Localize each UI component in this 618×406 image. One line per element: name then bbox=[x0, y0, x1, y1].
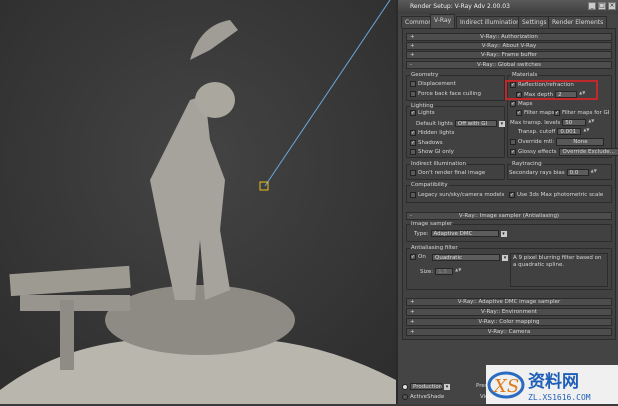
dropdown-arrow-icon[interactable]: ▾ bbox=[499, 121, 505, 127]
dropdown-arrow-icon[interactable]: ▾ bbox=[444, 384, 450, 390]
default-lights: Default lightsOff with GI▾ bbox=[416, 120, 505, 127]
aa-filter-description: A 9 pixel blurring filter based on a qua… bbox=[510, 253, 608, 287]
svg-text:资料网: 资料网 bbox=[528, 371, 579, 392]
svg-text:ZL.XS1616.COM: ZL.XS1616.COM bbox=[528, 393, 591, 402]
rollout-color-mapping[interactable]: +V-Ray:: Color mapping bbox=[406, 318, 612, 326]
tab-vray[interactable]: V-Ray bbox=[430, 14, 455, 28]
scene-render bbox=[0, 0, 396, 404]
spinner-icon[interactable]: ▲▼ bbox=[591, 169, 595, 176]
aa-filter-on-checkbox[interactable]: ✓On bbox=[410, 254, 426, 260]
rollout-image-sampler[interactable]: -V-Ray:: Image sampler (Antialiasing) bbox=[406, 212, 612, 220]
activeshade-radio[interactable]: ActiveShade bbox=[402, 394, 444, 400]
hidden-lights-checkbox[interactable]: ✓Hidden lights bbox=[410, 130, 454, 136]
spinner-icon[interactable]: ▲▼ bbox=[455, 268, 459, 275]
sampler-type-dropdown[interactable]: Adaptive DMC bbox=[431, 230, 499, 237]
spinner-icon[interactable]: ▲▼ bbox=[588, 119, 592, 126]
maximize-button[interactable]: □ bbox=[598, 2, 606, 10]
close-button[interactable]: × bbox=[608, 2, 616, 10]
dropdown-arrow-icon[interactable]: ▾ bbox=[501, 231, 507, 237]
reflection-refraction-checkbox[interactable]: ✓Reflection/refraction bbox=[510, 82, 574, 88]
max-depth-checkbox[interactable]: ✓Max depth2▲▼ bbox=[516, 91, 583, 98]
override-mtl-button[interactable]: None bbox=[556, 138, 604, 146]
rollout-frame-buffer[interactable]: +V-Ray:: Frame buffer bbox=[406, 51, 612, 59]
rollout-global-switches[interactable]: -V-Ray:: Global switches bbox=[406, 61, 612, 69]
lights-checkbox[interactable]: ✓Lights bbox=[410, 110, 435, 116]
dont-render-final-image-checkbox[interactable]: Don't render final image bbox=[410, 170, 485, 176]
aa-filter-size: Size:1.5▲▼ bbox=[420, 268, 459, 275]
shadows-checkbox[interactable]: ✓Shadows bbox=[410, 140, 443, 146]
rollout-environment[interactable]: +V-Ray:: Environment bbox=[406, 308, 612, 316]
rollout-adaptive-dmc[interactable]: +V-Ray:: Adaptive DMC image sampler bbox=[406, 298, 612, 306]
maps-checkbox[interactable]: ✓Maps bbox=[510, 101, 532, 107]
displacement-checkbox[interactable]: Displacement bbox=[410, 81, 456, 87]
max-transp-levels: Max transp. levels50▲▼ bbox=[510, 119, 592, 126]
legacy-sun-sky-checkbox[interactable]: Legacy sun/sky/camera models bbox=[410, 192, 504, 198]
minimize-button[interactable]: _ bbox=[588, 2, 596, 10]
size-input[interactable]: 1.5 bbox=[435, 268, 453, 275]
production-radio[interactable]: Production▾ bbox=[402, 383, 450, 390]
sampler-type: Type:Adaptive DMC▾ bbox=[414, 230, 507, 237]
backface-culling-checkbox[interactable]: Force back face culling bbox=[410, 91, 481, 97]
max-transp-input[interactable]: 50 bbox=[562, 119, 586, 126]
svg-text:XS: XS bbox=[492, 376, 519, 397]
override-exclude-button[interactable]: Override Exclude... bbox=[559, 148, 618, 156]
rollout-authorization[interactable]: +V-Ray:: Authorization bbox=[406, 33, 612, 41]
default-lights-dropdown[interactable]: Off with GI bbox=[455, 120, 497, 127]
spinner-icon[interactable]: ▲▼ bbox=[583, 128, 587, 135]
max-depth-input[interactable]: 2 bbox=[555, 91, 577, 98]
secondary-rays-bias-input[interactable]: 0.0 bbox=[567, 169, 589, 176]
transp-cutoff-input[interactable]: 0.001 bbox=[557, 128, 581, 135]
filter-maps-checkbox[interactable]: ✓Filter maps bbox=[516, 110, 554, 116]
glossy-effects-checkbox[interactable]: ✓Glossy effectsOverride Exclude... bbox=[510, 148, 618, 156]
secondary-rays-bias: Secondary rays bias0.0▲▼ bbox=[509, 169, 595, 176]
geometry-group: Geometry bbox=[406, 75, 505, 101]
watermark: XS 资料网 ZL.XS1616.COM bbox=[486, 365, 618, 404]
watermark-logo: XS 资料网 ZL.XS1616.COM bbox=[486, 365, 618, 404]
transp-cutoff: Transp. cutoff0.001▲▼ bbox=[518, 128, 587, 135]
tab-settings[interactable]: Settings bbox=[518, 16, 551, 28]
override-mtl-checkbox[interactable]: Override mtl:None bbox=[510, 138, 604, 146]
tab-render-elements[interactable]: Render Elements bbox=[548, 16, 607, 28]
tab-indirect-illumination[interactable]: Indirect illumination bbox=[456, 16, 524, 28]
title-bar: Render Setup: V-Ray Adv 2.00.03 bbox=[398, 0, 618, 14]
dropdown-arrow-icon[interactable]: ▾ bbox=[502, 255, 508, 261]
turtle-shell bbox=[105, 285, 295, 355]
rollout-camera[interactable]: +V-Ray:: Camera bbox=[406, 328, 612, 336]
viewport[interactable] bbox=[0, 0, 396, 404]
photometric-scale-checkbox[interactable]: ✓Use 3ds Max photometric scale bbox=[509, 192, 603, 198]
render-setup-dialog: Render Setup: V-Ray Adv 2.00.03 _ □ × Co… bbox=[396, 0, 618, 404]
show-gi-only-checkbox[interactable]: Show GI only bbox=[410, 149, 454, 155]
rollout-about-vray[interactable]: +V-Ray:: About V-Ray bbox=[406, 42, 612, 50]
window-title: Render Setup: V-Ray Adv 2.00.03 bbox=[410, 3, 510, 10]
aa-filter-dropdown[interactable]: Quadratic▾ bbox=[432, 254, 508, 261]
filter-maps-gi-checkbox[interactable]: ✓Filter maps for GI bbox=[554, 110, 609, 116]
spinner-icon[interactable]: ▲▼ bbox=[579, 91, 583, 98]
